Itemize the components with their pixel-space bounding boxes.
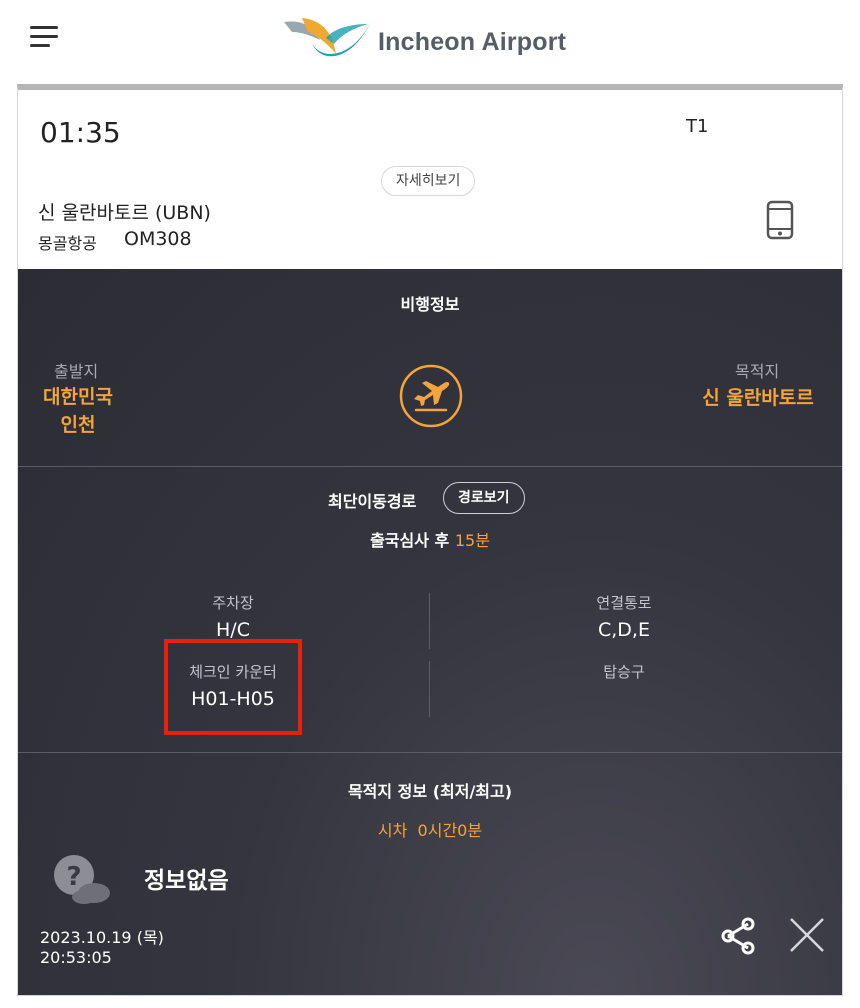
flight-number: OM308 — [124, 228, 192, 250]
incheon-airport-logo-icon — [284, 18, 372, 57]
parking-value: H/C — [216, 619, 250, 641]
parking-label: 주차장 — [212, 594, 254, 612]
time-difference: 시차 0시간0분 — [18, 817, 842, 841]
share-icon[interactable] — [719, 916, 757, 956]
flight-summary: 01:35 T1 자세히보기 신 울란바토르 (UBN) 몽골항공 OM308 — [18, 90, 842, 269]
svg-text:?: ? — [66, 862, 81, 892]
connection-value: C,D,E — [598, 619, 650, 641]
mobile-phone-icon[interactable] — [766, 200, 794, 240]
airline-name: 몽골항공 — [38, 234, 97, 253]
origin-country: 대한민국 — [43, 386, 113, 408]
checkin-highlight-box — [164, 639, 302, 735]
app-header: Incheon Airport — [0, 0, 860, 84]
route-text: 출국심사 후 15분 — [18, 527, 842, 551]
incheon-airport-logo[interactable]: Incheon Airport — [282, 12, 582, 68]
origin-city: 인천 — [60, 414, 96, 436]
flight-info-title: 비행정보 — [400, 295, 460, 314]
route-prefix: 출국심사 후 — [370, 531, 455, 550]
time-diff-value: 0시간0분 — [417, 821, 483, 840]
gate-label: 탑승구 — [603, 663, 645, 681]
column-divider — [429, 593, 430, 649]
departure-time: 01:35 — [40, 116, 121, 149]
column-divider — [429, 661, 430, 717]
current-time: 20:53:05 — [40, 948, 112, 967]
route-title: 최단이동경로 — [328, 492, 417, 511]
flight-detail-card: 01:35 T1 자세히보기 신 울란바토르 (UBN) 몽골항공 OM308 … — [17, 84, 843, 996]
route-minutes: 15분 — [454, 531, 490, 550]
divider — [18, 752, 842, 753]
time-diff-label: 시차 — [377, 821, 408, 840]
origin-value: 대한민국 인천 — [18, 383, 138, 439]
origin-label: 출발지 — [54, 362, 99, 381]
departure-plane-icon — [399, 364, 463, 428]
destination-label: 목적지 — [735, 362, 780, 381]
destination-airport: 신 울란바토르 (UBN) — [38, 202, 211, 224]
destination-value: 신 울란바토르 — [702, 387, 814, 409]
weather-status: 정보없음 — [144, 868, 229, 894]
current-date: 2023.10.19 (목) — [40, 928, 164, 947]
logo-text: Incheon Airport — [378, 28, 567, 56]
route-view-button[interactable]: 경로보기 — [443, 482, 525, 514]
unknown-weather-icon: ? — [54, 855, 110, 904]
hamburger-menu-icon[interactable] — [30, 26, 58, 48]
divider — [18, 466, 842, 467]
flight-info-panel: 비행정보 출발지 대한민국 인천 목적지 신 울란바토르 최단이동경로 경로보기… — [18, 269, 842, 995]
connection-label: 연결통로 — [596, 594, 652, 612]
detail-button[interactable]: 자세히보기 — [381, 166, 476, 196]
terminal: T1 — [686, 116, 709, 137]
destination-info-title: 목적지 정보 (최저/최고) — [347, 782, 513, 801]
close-icon[interactable] — [788, 916, 826, 954]
